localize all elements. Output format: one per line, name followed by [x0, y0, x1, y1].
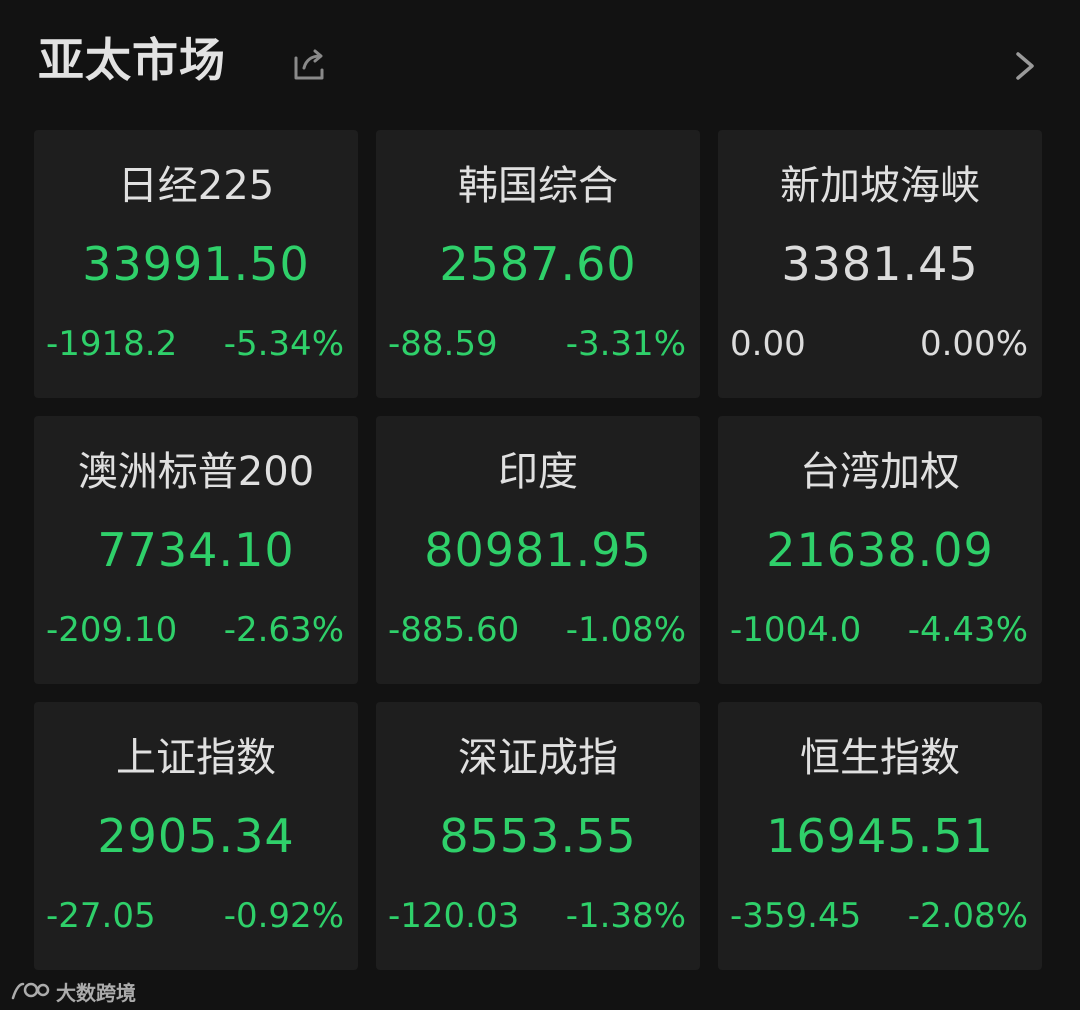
- index-price: 8553.55: [439, 809, 637, 863]
- index-name: 台湾加权: [800, 449, 960, 495]
- index-name: 澳洲标普200: [77, 449, 315, 495]
- index-price: 80981.95: [424, 523, 652, 577]
- index-card-nikkei-225[interactable]: 日经225 33991.50 -1918.2 -5.34%: [34, 130, 358, 398]
- index-card-hang-seng[interactable]: 恒生指数 16945.51 -359.45 -2.08%: [718, 702, 1042, 970]
- index-change-percent: -1.08%: [565, 610, 686, 650]
- index-change: -1918.2: [46, 324, 178, 364]
- index-card-szse-component[interactable]: 深证成指 8553.55 -120.03 -1.38%: [376, 702, 700, 970]
- chevron-right-icon[interactable]: [1008, 46, 1044, 86]
- index-change: 0.00: [730, 324, 806, 364]
- index-change: -359.45: [730, 896, 862, 936]
- index-price: 21638.09: [766, 523, 994, 577]
- index-name: 新加坡海峡: [780, 163, 980, 209]
- index-change-percent: -0.92%: [223, 896, 344, 936]
- index-price: 16945.51: [766, 809, 994, 863]
- index-change: -1004.0: [730, 610, 862, 650]
- index-price: 2587.60: [439, 237, 637, 291]
- index-change-percent: -3.31%: [565, 324, 686, 364]
- index-name: 上证指数: [116, 735, 276, 781]
- index-change: -885.60: [388, 610, 520, 650]
- index-card-kospi[interactable]: 韩国综合 2587.60 -88.59 -3.31%: [376, 130, 700, 398]
- index-name: 韩国综合: [458, 163, 618, 209]
- index-change: -120.03: [388, 896, 520, 936]
- index-change-percent: -5.34%: [223, 324, 344, 364]
- index-card-asx-200[interactable]: 澳洲标普200 7734.10 -209.10 -2.63%: [34, 416, 358, 684]
- index-card-straits-times[interactable]: 新加坡海峡 3381.45 0.00 0.00%: [718, 130, 1042, 398]
- index-card-sse-composite[interactable]: 上证指数 2905.34 -27.05 -0.92%: [34, 702, 358, 970]
- watermark-text: 大数跨境: [56, 980, 136, 1005]
- index-price: 3381.45: [781, 237, 979, 291]
- index-name: 日经225: [117, 163, 275, 209]
- index-card-taiex[interactable]: 台湾加权 21638.09 -1004.0 -4.43%: [718, 416, 1042, 684]
- index-name: 恒生指数: [800, 735, 960, 781]
- index-price: 2905.34: [97, 809, 295, 863]
- index-price: 7734.10: [97, 523, 295, 577]
- index-change: -88.59: [388, 324, 498, 364]
- header: 亚太市场: [0, 0, 1080, 128]
- watermark-logo-icon: [11, 982, 50, 1000]
- index-change-percent: -2.08%: [907, 896, 1028, 936]
- index-change-percent: -1.38%: [565, 896, 686, 936]
- index-change-percent: -4.43%: [907, 610, 1028, 650]
- index-grid: 日经225 33991.50 -1918.2 -5.34% 韩国综合 2587.…: [34, 130, 1044, 970]
- index-card-india[interactable]: 印度 80981.95 -885.60 -1.08%: [376, 416, 700, 684]
- index-change-percent: 0.00%: [919, 324, 1028, 364]
- watermark: 大数跨境: [10, 976, 136, 1006]
- share-icon[interactable]: [290, 44, 330, 84]
- index-name: 深证成指: [458, 735, 618, 781]
- index-change: -27.05: [46, 896, 156, 936]
- index-change: -209.10: [46, 610, 178, 650]
- page-title: 亚太市场: [38, 33, 226, 87]
- index-change-percent: -2.63%: [223, 610, 344, 650]
- index-price: 33991.50: [82, 237, 310, 291]
- index-name: 印度: [498, 449, 578, 495]
